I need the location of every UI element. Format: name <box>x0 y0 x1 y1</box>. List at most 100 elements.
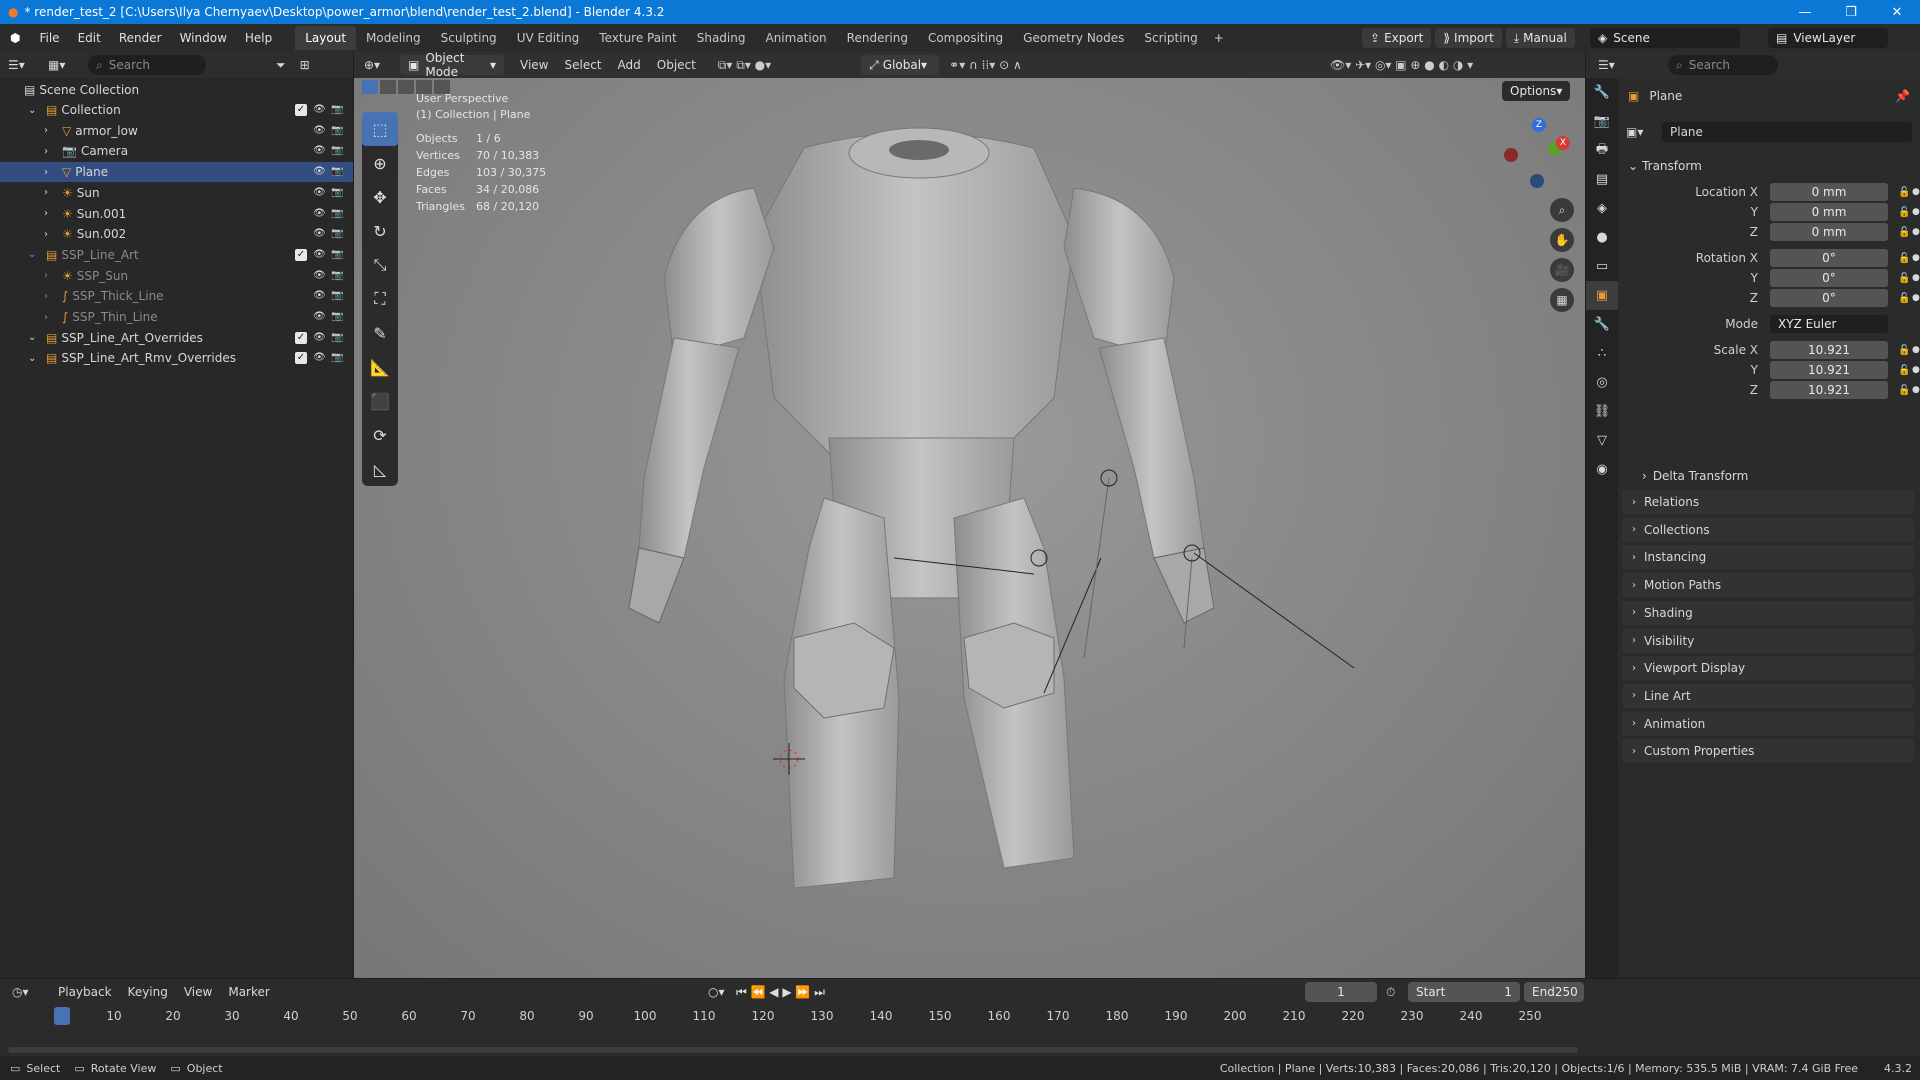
pan-hand-icon[interactable]: ✋ <box>1550 228 1574 252</box>
tab-uv-editing[interactable]: UV Editing <box>507 26 590 50</box>
current-frame-field[interactable]: 1 <box>1305 982 1377 1002</box>
timeline-menu-playback[interactable]: Playback <box>50 985 120 999</box>
delta-transform-header[interactable]: › Delta Transform <box>1618 466 1920 486</box>
constraints-tab-icon[interactable]: ⛓ <box>1586 397 1618 426</box>
render-camera-icon[interactable]: 📷 <box>331 353 343 363</box>
outliner-row[interactable]: ⌄ ▤ SSP_Line_Art_Rmv_Overrides ✓ 👁 📷 <box>0 348 353 368</box>
expand-chevron-icon[interactable]: › <box>44 270 56 281</box>
data-tab-icon[interactable]: ▽ <box>1586 426 1618 455</box>
panel-shading[interactable]: › Shading <box>1622 600 1914 625</box>
lock-icon[interactable]: 🔓 <box>1898 273 1910 284</box>
tab-layout[interactable]: Layout <box>295 26 357 50</box>
viewport-editor-icon[interactable]: ⊕▾ <box>364 58 394 72</box>
panel-collections[interactable]: › Collections <box>1622 517 1914 542</box>
tab-geometry-nodes[interactable]: Geometry Nodes <box>1013 26 1134 50</box>
tool-tab-icon[interactable]: 🔧 <box>1586 78 1618 107</box>
start-frame-field[interactable]: Start 1 <box>1408 982 1520 1002</box>
panel-visibility[interactable]: › Visibility <box>1622 628 1914 653</box>
add-workspace-icon[interactable]: + <box>1214 31 1224 45</box>
timeline-editor-icon[interactable]: ◷▾ <box>12 985 50 999</box>
particles-tab-icon[interactable]: ∴ <box>1586 339 1618 368</box>
display-mode-icon[interactable]: ▦▾ <box>48 58 88 72</box>
eye-icon[interactable]: 👁 <box>313 270 326 281</box>
panel-motion-paths[interactable]: › Motion Paths <box>1622 573 1914 598</box>
panel-viewport-display[interactable]: › Viewport Display <box>1622 656 1914 681</box>
datablock-row[interactable]: ▣▾ Plane <box>1618 122 1920 142</box>
location-y-field[interactable]: 0 mm <box>1770 203 1888 221</box>
expand-chevron-icon[interactable]: › <box>44 125 56 136</box>
import-button[interactable]: ⟫ Import <box>1435 28 1502 48</box>
outliner-row[interactable]: ⌄ ▤ Collection ✓ 👁 📷 <box>0 100 353 120</box>
render-camera-icon[interactable]: 📷 <box>331 105 343 115</box>
viewport-menu-add[interactable]: Add <box>610 58 649 72</box>
scene-tab-icon[interactable]: ◈ <box>1586 194 1618 223</box>
camera-view-icon[interactable]: 🎥 <box>1550 258 1574 282</box>
pin-icon[interactable]: 📌 <box>1895 89 1910 103</box>
rotation-mode-select[interactable]: XYZ Euler <box>1770 315 1888 333</box>
keyframe-dot-icon[interactable]: ● <box>1912 345 1920 355</box>
viewport-menu-view[interactable]: View <box>512 58 556 72</box>
output-tab-icon[interactable]: 🖶 <box>1586 136 1618 165</box>
outliner-row[interactable]: › ☀ Sun.002 👁 📷 <box>0 224 353 244</box>
panel-custom-properties[interactable]: › Custom Properties <box>1622 739 1914 764</box>
maximize-button[interactable]: ❐ <box>1828 0 1874 24</box>
navigation-gizmo[interactable]: Z X <box>1502 118 1572 188</box>
object-datablock-icon[interactable]: ▣▾ <box>1626 125 1643 139</box>
export-button[interactable]: ⇪ Export <box>1362 28 1432 48</box>
expand-chevron-icon[interactable]: › <box>44 208 56 219</box>
keyframe-dot-icon[interactable]: ● <box>1912 273 1920 283</box>
expand-chevron-icon[interactable]: › <box>44 291 56 302</box>
timeline-menu-view[interactable]: View <box>176 985 220 999</box>
blender-menu-icon[interactable]: ⬢ <box>0 31 30 45</box>
menu-render[interactable]: Render <box>110 31 171 45</box>
expand-chevron-icon[interactable]: › <box>44 229 56 240</box>
render-camera-icon[interactable]: 📷 <box>331 270 343 281</box>
outliner-row[interactable]: › ▽ armor_low 👁 📷 <box>0 121 353 141</box>
transform-pivot-icons[interactable]: ⧉▾ ⧉▾ ●▾ <box>718 58 771 73</box>
tab-compositing[interactable]: Compositing <box>918 26 1013 50</box>
viewport-menu-object[interactable]: Object <box>649 58 704 72</box>
object-tab-icon[interactable]: ▣ <box>1586 281 1618 310</box>
panel-line-art[interactable]: › Line Art <box>1622 683 1914 708</box>
render-tab-icon[interactable]: 📷 <box>1586 107 1618 136</box>
editor-type-icon[interactable]: ☰▾ <box>8 58 48 72</box>
object-name-field[interactable]: Plane <box>1662 122 1912 142</box>
expand-chevron-icon[interactable]: › <box>44 146 56 157</box>
scale-z-field[interactable]: 10.921 <box>1770 381 1888 399</box>
zoom-icon[interactable]: ⌕ <box>1550 198 1574 222</box>
minimize-button[interactable]: — <box>1782 0 1828 24</box>
eye-icon[interactable]: 👁 <box>313 332 326 343</box>
armor-model[interactable] <box>354 78 1585 978</box>
lock-icon[interactable]: 🔓 <box>1898 187 1910 198</box>
eye-icon[interactable]: 👁 <box>313 167 326 177</box>
transform-panel-header[interactable]: ⌄ Transform <box>1618 156 1920 176</box>
filter-icon[interactable]: ⏷ <box>276 58 286 73</box>
panel-instancing[interactable]: › Instancing <box>1622 545 1914 570</box>
expand-chevron-icon[interactable]: ⌄ <box>28 105 40 116</box>
timeline-menu-marker[interactable]: Marker <box>220 985 277 999</box>
tab-shading[interactable]: Shading <box>687 26 756 50</box>
keyframe-dot-icon[interactable]: ● <box>1912 385 1920 395</box>
outliner-row[interactable]: › ∫ SSP_Thick_Line 👁 📷 <box>0 286 353 306</box>
viewport-menu-select[interactable]: Select <box>556 58 609 72</box>
outliner-row[interactable]: › 📷 Camera 👁 📷 <box>0 141 353 161</box>
view-layer-tab-icon[interactable]: ▤ <box>1586 165 1618 194</box>
clock-icon[interactable]: ⏱ <box>1386 985 1395 1000</box>
render-camera-icon[interactable]: 📷 <box>331 229 343 239</box>
eye-icon[interactable]: 👁 <box>313 105 326 115</box>
expand-chevron-icon[interactable]: › <box>44 187 56 198</box>
scene-collection-row[interactable]: ▤ Scene Collection <box>0 80 353 100</box>
keyframe-dot-icon[interactable]: ● <box>1912 207 1920 217</box>
eye-icon[interactable]: 👁 <box>313 208 326 219</box>
location-x-field[interactable]: 0 mm <box>1770 183 1888 201</box>
outliner-row[interactable]: › ☀ SSP_Sun 👁 📷 <box>0 266 353 286</box>
expand-chevron-icon[interactable]: › <box>44 312 56 323</box>
panel-animation[interactable]: › Animation <box>1622 711 1914 736</box>
modifier-tab-icon[interactable]: 🔧 <box>1586 310 1618 339</box>
scale-y-field[interactable]: 10.921 <box>1770 361 1888 379</box>
tab-rendering[interactable]: Rendering <box>837 26 918 50</box>
lock-icon[interactable]: 🔓 <box>1898 207 1910 218</box>
lock-icon[interactable]: 🔓 <box>1898 365 1910 376</box>
exclude-checkbox[interactable]: ✓ <box>295 248 307 261</box>
exclude-checkbox[interactable]: ✓ <box>295 331 307 344</box>
